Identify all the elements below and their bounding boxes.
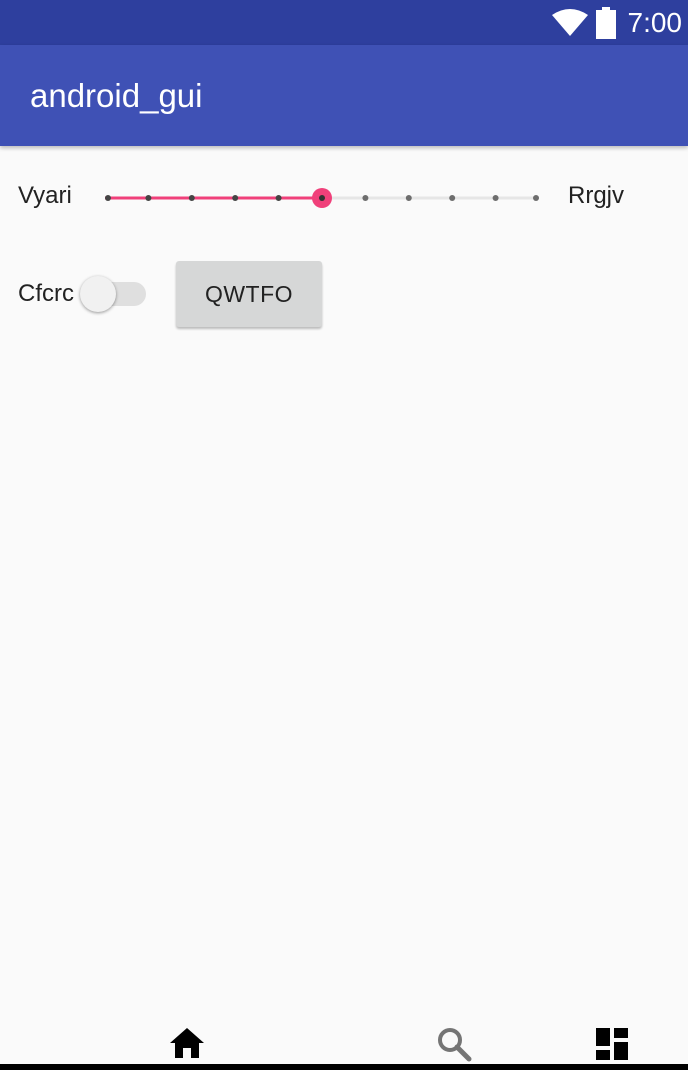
slider-tick (145, 195, 152, 201)
switch-thumb[interactable] (80, 276, 116, 312)
slider-right-label: Rrgjv (568, 182, 625, 209)
bottom-navigation (0, 1020, 688, 1070)
dashboard-icon[interactable] (594, 1026, 630, 1067)
slider-tick (232, 195, 239, 201)
discrete-slider[interactable] (105, 188, 539, 208)
screen: 7:00 android_gui Vyari Rrgjv Cfcrc QWTFO (0, 0, 688, 1070)
slider-tick (533, 195, 539, 201)
slider-tick (405, 195, 412, 201)
search-icon[interactable] (436, 1026, 472, 1067)
status-clock: 7:00 (627, 7, 683, 38)
slider-tick (492, 195, 499, 201)
wifi-icon (551, 8, 588, 37)
app-bar: android_gui (0, 45, 688, 146)
switch-label: Cfcrc (18, 280, 74, 307)
toggle-switch[interactable] (80, 276, 146, 312)
slider-tick (105, 195, 111, 201)
app-title: android_gui (30, 77, 203, 114)
home-icon[interactable] (168, 1026, 206, 1065)
status-bar: 7:00 (0, 0, 688, 45)
slider-tick (362, 195, 369, 201)
slider-tick (188, 195, 195, 201)
slider-tick (449, 195, 456, 201)
battery-icon (595, 6, 616, 39)
slider-tick (275, 195, 282, 201)
system-nav-bar (0, 1064, 688, 1070)
slider-left-label: Vyari (18, 182, 72, 209)
status-icons: 7:00 (551, 0, 683, 45)
slider-thumb-tick (319, 195, 325, 201)
action-button[interactable]: QWTFO (176, 261, 322, 327)
